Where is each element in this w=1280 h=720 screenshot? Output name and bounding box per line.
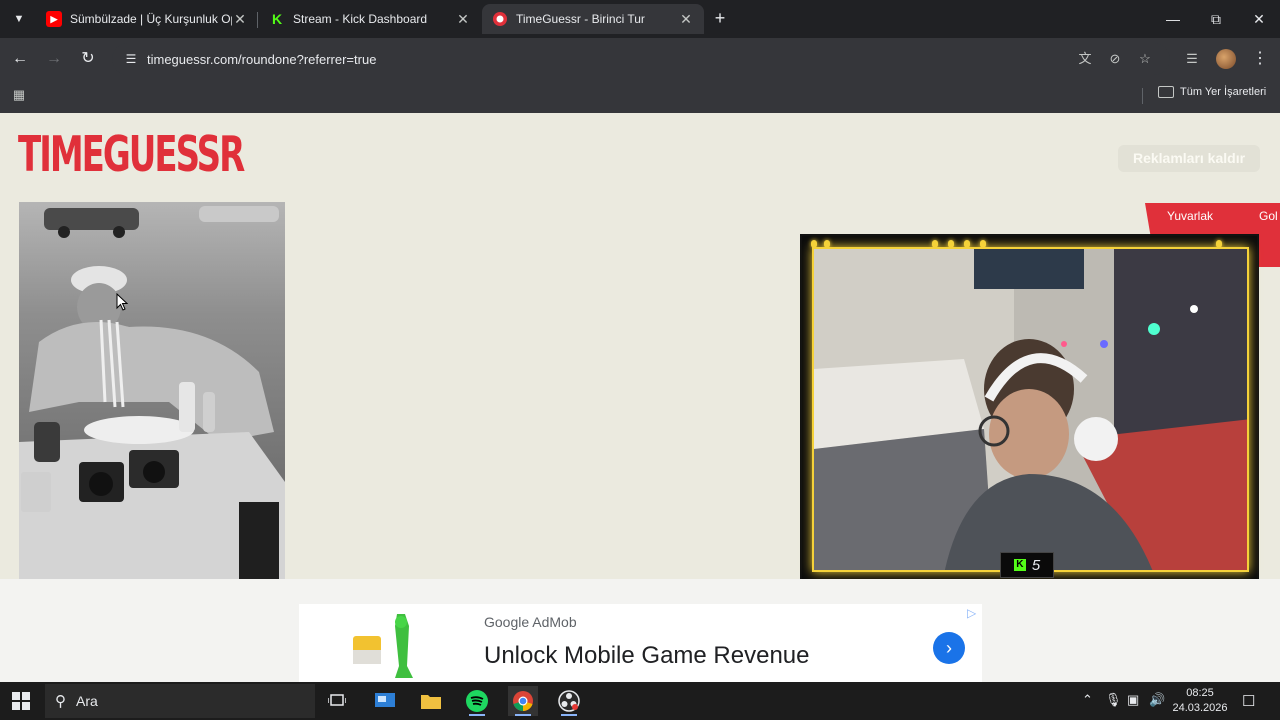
task-view-icon[interactable] — [322, 686, 352, 716]
bookmark-star-icon[interactable]: ☆ — [1134, 48, 1156, 70]
new-tab-button[interactable]: + — [710, 8, 730, 28]
remove-ads-button[interactable]: Reklamları kaldır — [1118, 145, 1260, 172]
taskbar-search-placeholder: Ara — [76, 693, 98, 709]
adchoices-icon[interactable]: ▷ — [967, 606, 976, 620]
tray-chevron-up-icon[interactable]: ⌃ — [1082, 692, 1093, 708]
all-bookmarks-folder[interactable]: Tüm Yer İşaretleri — [1158, 86, 1266, 98]
apps-grid-icon[interactable]: ▦ — [11, 87, 27, 103]
browser-tab-strip: ▼ ▶ Sümbülzade | Üç Kurşunluk Op ✕ K Str… — [0, 0, 1280, 38]
site-info-icon[interactable]: ☰ — [120, 52, 142, 66]
taskbar-search-box[interactable]: ⚲ Ara — [45, 684, 315, 718]
tab-title: TimeGuessr - Birinci Tur — [516, 12, 645, 26]
control-panel-icon[interactable] — [370, 686, 400, 716]
file-explorer-icon[interactable] — [416, 686, 446, 716]
running-indicator — [561, 714, 577, 716]
chrome-icon[interactable] — [508, 686, 538, 716]
close-tab-icon[interactable]: ✕ — [455, 11, 471, 28]
obs-icon[interactable] — [554, 686, 584, 716]
network-icon[interactable]: ▣ — [1127, 692, 1139, 708]
kick-viewer-badge: K 5 — [1000, 552, 1054, 578]
ad-headline[interactable]: Unlock Mobile Game Revenue — [484, 642, 810, 670]
notifications-icon[interactable]: ☐ — [1242, 692, 1255, 710]
forward-arrow-icon[interactable]: → — [43, 48, 65, 70]
webcam-overlay — [800, 234, 1259, 582]
round-photo[interactable] — [19, 202, 285, 579]
minimize-icon[interactable]: — — [1153, 6, 1193, 32]
running-indicator — [515, 714, 531, 716]
spotify-icon[interactable] — [462, 686, 492, 716]
translate-icon[interactable]: 文 — [1074, 48, 1096, 70]
media-controls-icon[interactable]: ☰ — [1181, 48, 1203, 70]
microphone-icon[interactable]: 🎙 — [1105, 692, 1122, 708]
address-bar[interactable]: ☰ timeguessr.com/roundone?referrer=true — [112, 43, 1170, 75]
close-tab-icon[interactable]: ✕ — [232, 11, 248, 28]
ad-chevron-right-icon[interactable]: › — [933, 632, 965, 664]
bookmarks-bar: ▦ Tüm Yer İşaretleri — [0, 80, 1280, 113]
tab-divider — [257, 12, 258, 28]
clock-time: 08:25 — [1186, 687, 1214, 699]
browser-toolbar: ← → ↻ ☰ timeguessr.com/roundone?referrer… — [0, 38, 1280, 80]
volume-icon[interactable]: 🔊 — [1149, 692, 1165, 708]
tab-search-chevron-icon[interactable]: ▼ — [8, 8, 30, 30]
running-indicator — [469, 714, 485, 716]
goal-label: Gol — [1259, 209, 1278, 223]
page-viewport: TIMEGUESSR Reklamları kaldır Yuvarlak Go… — [0, 113, 1280, 682]
tab-timeguessr[interactable]: TimeGuessr - Birinci Tur ✕ — [482, 4, 704, 34]
search-icon: ⚲ — [55, 693, 66, 710]
bookmarks-divider — [1142, 88, 1143, 104]
folder-icon — [1158, 86, 1174, 98]
tab-kick-dashboard[interactable]: K Stream - Kick Dashboard ✕ — [259, 4, 481, 34]
profile-avatar[interactable] — [1216, 49, 1236, 69]
windows-start-icon[interactable] — [12, 692, 30, 710]
admob-banner-ad[interactable]: Google AdMob Unlock Mobile Game Revenue … — [299, 604, 982, 682]
eye-off-icon[interactable]: ⊘ — [1104, 48, 1126, 70]
reload-icon[interactable]: ↻ — [77, 48, 99, 70]
browser-menu-icon[interactable]: ⋮ — [1252, 48, 1268, 68]
webcam-video — [812, 247, 1249, 572]
timeguessr-icon — [492, 11, 508, 27]
tab-title: Sümbülzade | Üç Kurşunluk Op — [70, 12, 232, 26]
url-text[interactable]: timeguessr.com/roundone?referrer=true — [147, 52, 376, 67]
round-label: Yuvarlak — [1167, 209, 1214, 223]
close-tab-icon[interactable]: ✕ — [678, 11, 694, 28]
mouse-cursor-icon — [116, 293, 128, 311]
taskbar-clock[interactable]: 08:25 24.03.2026 — [1168, 686, 1232, 716]
back-arrow-icon[interactable]: ← — [9, 48, 31, 70]
tab-youtube[interactable]: ▶ Sümbülzade | Üç Kurşunluk Op ✕ — [36, 4, 258, 34]
kick-icon: K — [269, 11, 285, 27]
all-bookmarks-label: Tüm Yer İşaretleri — [1180, 86, 1267, 98]
viewer-count: 5 — [1031, 556, 1041, 574]
restore-icon[interactable]: ⧉ — [1196, 6, 1236, 32]
tab-title: Stream - Kick Dashboard — [293, 12, 428, 26]
close-window-icon[interactable]: ✕ — [1239, 6, 1279, 32]
kick-icon: K — [1013, 559, 1026, 571]
youtube-icon: ▶ — [46, 11, 62, 27]
timeguessr-logo[interactable]: TIMEGUESSR — [18, 113, 245, 199]
ad-mascot-image — [353, 614, 413, 678]
windows-taskbar: ⚲ Ara ⌃ 🎙 ▣ 🔊 08:25 24.03.2026 ☐ — [0, 682, 1280, 720]
clock-date: 24.03.2026 — [1172, 702, 1228, 714]
ad-sponsor-label: Google AdMob — [484, 614, 577, 630]
